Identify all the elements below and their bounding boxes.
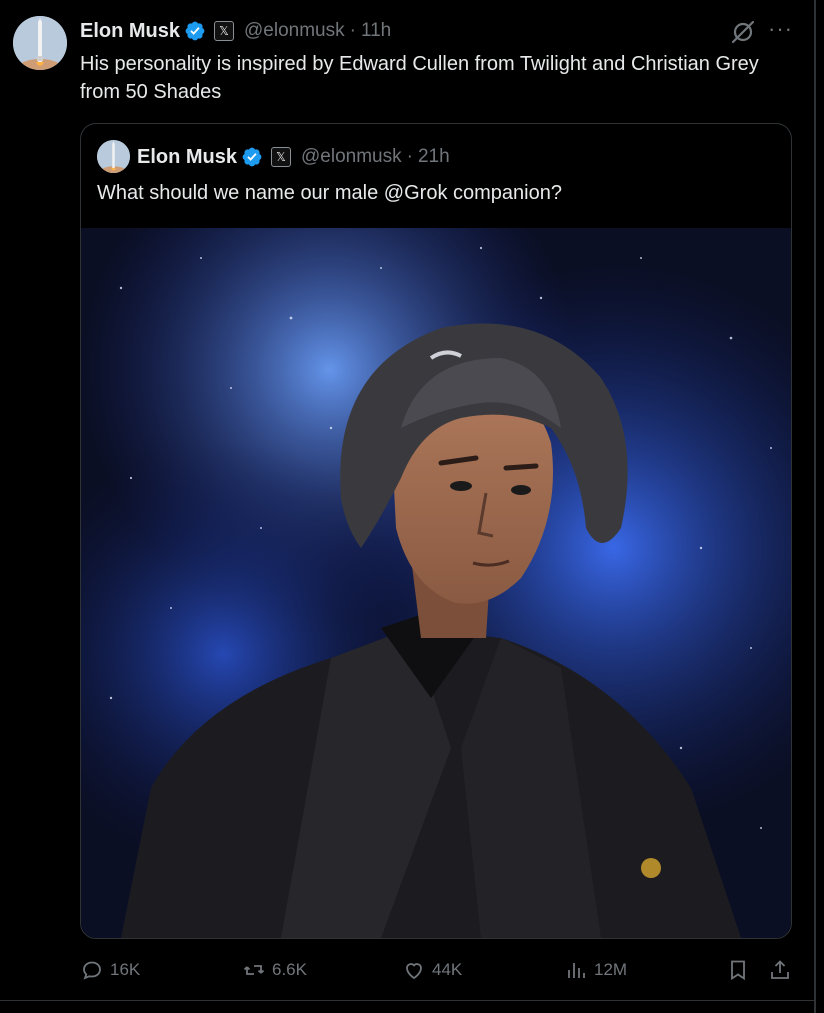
post-actions-bar: 16K 6.6K 44K 12M [80,956,800,984]
repost-count: 6.6K [272,960,307,979]
reply-button[interactable]: 16K [80,956,140,984]
quoted-post-image[interactable] [81,228,791,938]
share-button[interactable] [768,956,792,984]
separator-dot: · [349,20,356,41]
x-affiliate-badge-icon: 𝕏 [214,21,235,41]
like-count: 44K [432,960,463,979]
verified-badge-icon [184,20,206,42]
quoted-author-avatar[interactable] [97,140,130,173]
author-avatar[interactable] [13,16,67,70]
post-text: His personality is inspired by Edward Cu… [80,53,759,103]
x-affiliate-badge-icon: 𝕏 [271,147,292,167]
quoted-author-name[interactable]: Elon Musk [137,146,237,169]
like-icon [406,963,422,980]
reply-icon [83,961,101,980]
quoted-author-handle[interactable]: @elonmusk [301,146,402,168]
repost-icon [243,965,265,975]
quoted-post-header: Elon Musk 𝕏 @elonmusk · 21h [137,143,450,171]
views-icon [568,963,585,978]
quoted-post-timestamp[interactable]: 21h [418,146,450,168]
bookmark-icon [731,960,745,981]
views-button[interactable]: 12M [564,956,627,984]
repost-button[interactable]: 6.6K [242,956,307,984]
more-icon[interactable]: ··· [768,17,792,41]
reply-count: 16K [110,960,141,979]
frame-divider-bottom [0,1000,814,1001]
grok-icon[interactable] [730,19,756,45]
views-count: 12M [594,960,628,979]
verified-badge-icon [241,146,263,168]
quoted-post-text: What should we name our male @Grok compa… [97,182,562,204]
share-icon [771,960,789,979]
author-handle[interactable]: @elonmusk [244,20,345,42]
post-header: Elon Musk 𝕏 @elonmusk · 11h [80,18,391,44]
separator-dot: · [406,146,413,167]
bookmark-button[interactable] [726,956,750,984]
frame-divider-right [814,0,816,1013]
quoted-post[interactable]: Elon Musk 𝕏 @elonmusk · 21h What should … [80,123,792,939]
post-timestamp[interactable]: 11h [361,20,391,42]
author-name[interactable]: Elon Musk [80,20,180,43]
like-button[interactable]: 44K [402,956,462,984]
